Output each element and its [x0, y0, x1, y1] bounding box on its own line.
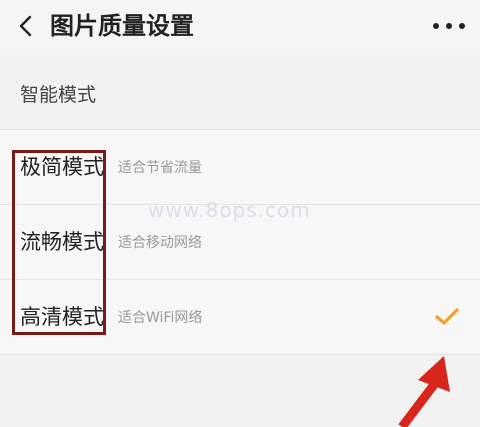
option-hd-mode[interactable]: 高清模式 适合WiFi网络	[0, 280, 480, 355]
top-bar: 图片质量设置	[0, 0, 480, 54]
more-options-button[interactable]	[430, 16, 468, 36]
red-arrow-annotation-icon	[398, 356, 450, 427]
page-title: 图片质量设置	[50, 12, 194, 40]
smart-mode-label: 智能模式	[20, 84, 97, 106]
chevron-left-icon	[19, 15, 32, 37]
option-title: 流畅模式	[20, 230, 104, 254]
back-button[interactable]	[12, 12, 40, 40]
option-subtitle: 适合移动网络	[118, 235, 202, 251]
more-horizontal-icon	[433, 23, 465, 29]
checkmark-icon	[435, 308, 459, 325]
option-title: 高清模式	[20, 305, 104, 329]
option-title: 极简模式	[20, 155, 104, 179]
smart-mode-row[interactable]: 智能模式	[0, 62, 480, 126]
watermark-text: www.8ops.com	[148, 198, 311, 222]
option-minimal-mode[interactable]: 极简模式 适合节省流量	[0, 130, 480, 205]
option-subtitle: 适合节省流量	[118, 160, 202, 176]
option-subtitle: 适合WiFi网络	[118, 310, 203, 326]
quality-option-list: 极简模式 适合节省流量 流畅模式 适合移动网络 高清模式 适合WiFi网络	[0, 129, 480, 355]
